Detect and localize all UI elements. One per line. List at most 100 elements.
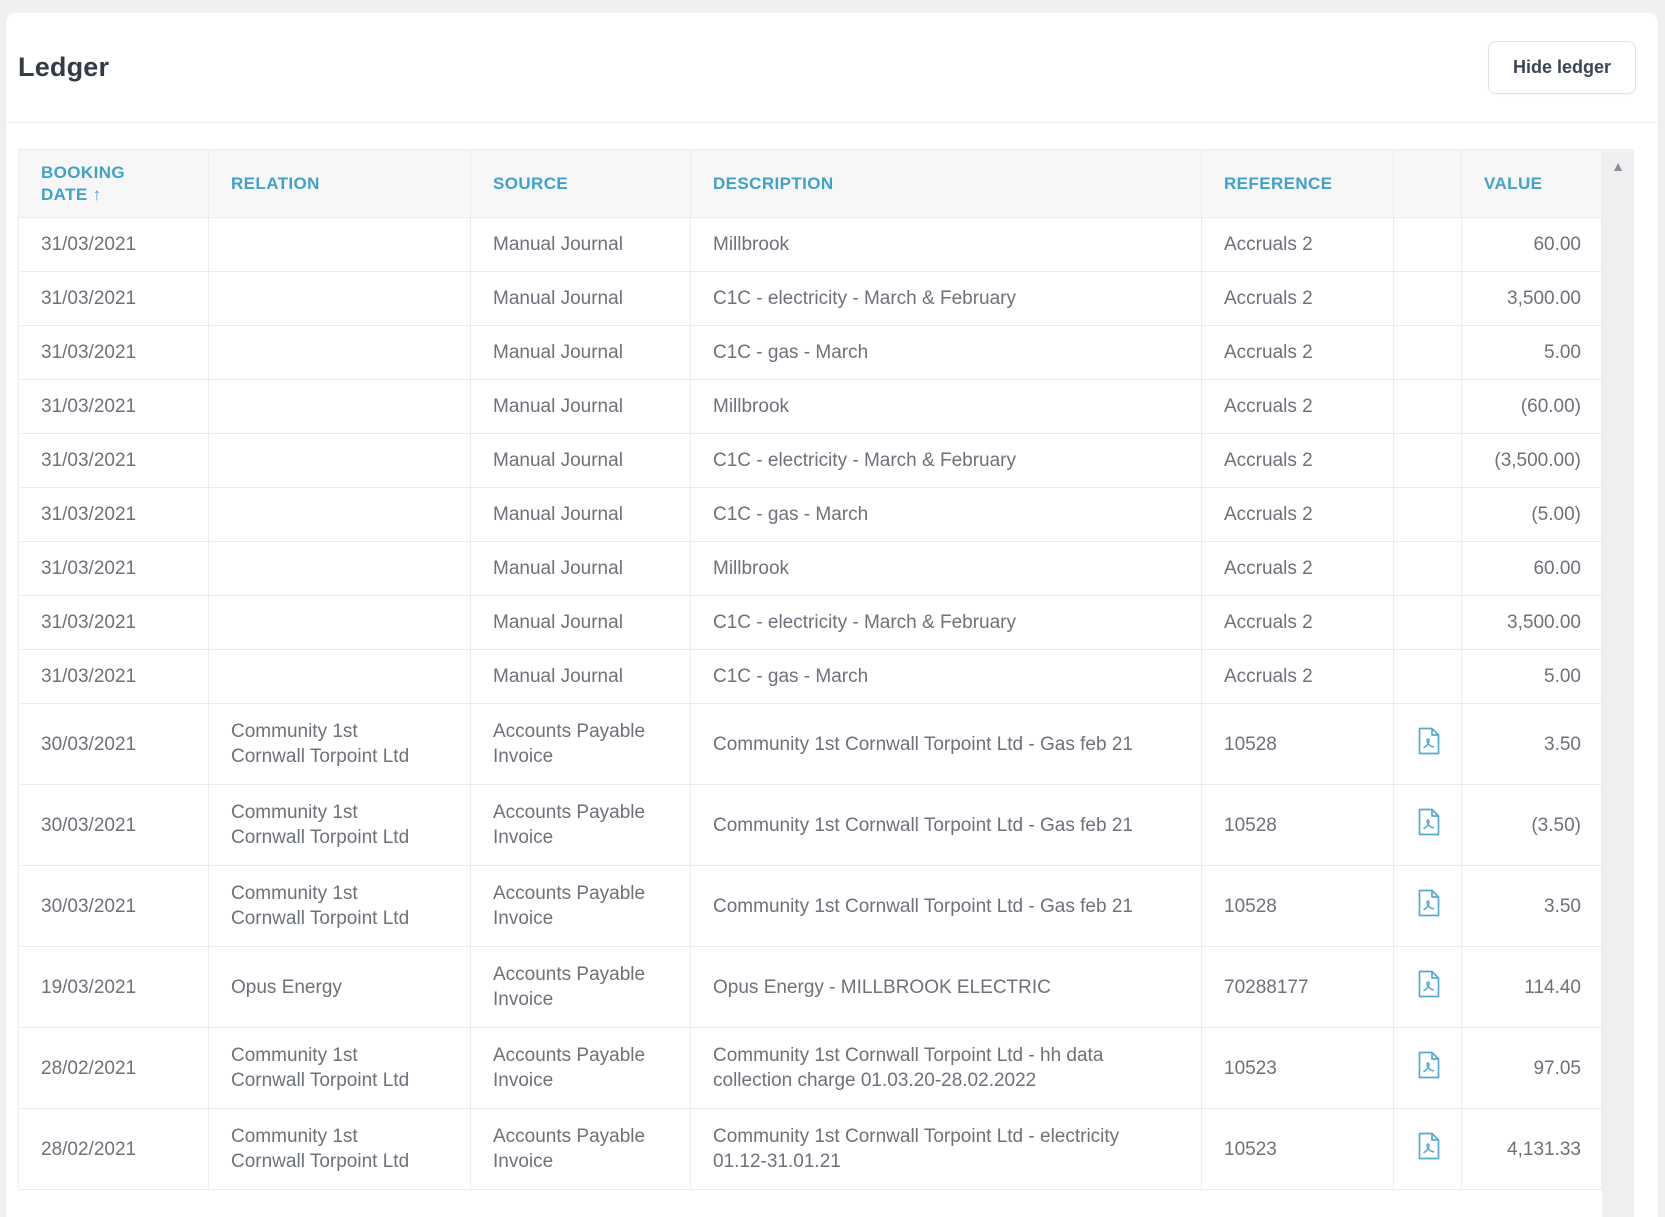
cell-text: 3,500.00 [1507, 288, 1581, 309]
cell-value: 5.00 [1461, 325, 1602, 380]
cell-reference: 10523 [1201, 1108, 1394, 1190]
cell-text: Accounts Payable Invoice [493, 721, 646, 767]
pdf-attachment-icon[interactable] [1416, 726, 1442, 756]
cell-text: 97.05 [1533, 1057, 1581, 1079]
cell-source: Accounts Payable Invoice [470, 946, 691, 1028]
cell-text: Accounts Payable Invoice [493, 964, 646, 1010]
cell-reference: 10528 [1201, 703, 1394, 785]
pdf-attachment-icon[interactable] [1416, 807, 1442, 837]
cell-source: Manual Journal [470, 379, 691, 434]
table-row[interactable]: 31/03/2021 Manual Journal Millbrook Accrual… [18, 217, 1602, 272]
pdf-attachment-icon[interactable] [1416, 888, 1442, 918]
table-row[interactable]: 19/03/2021 Opus Energy Accounts Payable In… [18, 946, 1602, 1028]
cell-text: 31/03/2021 [41, 234, 137, 255]
cell-source: Accounts Payable Invoice [470, 784, 691, 866]
cell-booking-date: 31/03/2021 [18, 433, 209, 488]
cell-text: Millbrook [713, 396, 790, 417]
cell-text: 31/03/2021 [41, 558, 137, 579]
cell-text: Community 1st Cornwall Torpoint Ltd [231, 1126, 410, 1172]
cell-text: C1C - electricity - March & February [713, 288, 1017, 309]
table-row[interactable]: 31/03/2021 Manual Journal C1C - electricit… [18, 595, 1602, 650]
cell-text: 10523 [1224, 1057, 1277, 1079]
table-row[interactable]: 31/03/2021 Manual Journal C1C - gas - Marc… [18, 325, 1602, 380]
cell-text: 70288177 [1224, 976, 1309, 998]
column-header-attachment[interactable] [1393, 149, 1462, 218]
cell-text: 60.00 [1533, 234, 1581, 255]
cell-description: C1C - electricity - March & February [690, 433, 1202, 488]
cell-text: (3.50) [1531, 814, 1581, 836]
pdf-attachment-icon[interactable] [1416, 969, 1442, 999]
table-row[interactable]: 31/03/2021 Manual Journal C1C - gas - Marc… [18, 487, 1602, 542]
table-row[interactable]: 31/03/2021 Manual Journal Millbrook Accrual… [18, 541, 1602, 596]
cell-text: Accruals 2 [1224, 450, 1313, 471]
cell-text: Accruals 2 [1224, 396, 1313, 417]
column-header-reference[interactable]: REFERENCE [1201, 149, 1394, 218]
scroll-up-arrow-icon[interactable]: ▲ [1602, 159, 1634, 173]
cell-source: Accounts Payable Invoice [470, 703, 691, 785]
column-header-value[interactable]: VALUE [1461, 149, 1602, 218]
cell-reference: 10528 [1201, 865, 1394, 947]
cell-text: Community 1st Cornwall Torpoint Ltd [231, 721, 410, 767]
pdf-attachment-icon[interactable] [1416, 1050, 1442, 1080]
table-row[interactable]: 30/03/2021 Community 1st Cornwall Torpoin… [18, 865, 1602, 947]
cell-text: Accruals 2 [1224, 666, 1313, 687]
column-header-relation[interactable]: RELATION [208, 149, 471, 218]
cell-text: Manual Journal [493, 450, 623, 471]
cell-text: Accounts Payable Invoice [493, 1045, 646, 1091]
table-row[interactable]: 28/02/2021 Community 1st Cornwall Torpoin… [18, 1027, 1602, 1109]
cell-text: 4,131.33 [1507, 1138, 1581, 1160]
cell-text: Accruals 2 [1224, 504, 1313, 525]
cell-booking-date: 31/03/2021 [18, 595, 209, 650]
table-row[interactable]: 31/03/2021 Manual Journal Millbrook Accrual… [18, 379, 1602, 434]
cell-source: Manual Journal [470, 541, 691, 596]
vertical-scrollbar[interactable]: ▲ [1602, 149, 1634, 1217]
cell-value: (60.00) [1461, 379, 1602, 434]
cell-description: Millbrook [690, 379, 1202, 434]
cell-text: C1C - electricity - March & February [713, 450, 1017, 471]
cell-relation: Community 1st Cornwall Torpoint Ltd [208, 1027, 471, 1109]
cell-reference: Accruals 2 [1201, 595, 1394, 650]
cell-relation [208, 271, 471, 326]
cell-text: 3,500.00 [1507, 612, 1581, 633]
cell-attachment [1393, 379, 1462, 434]
table-row[interactable]: 31/03/2021 Manual Journal C1C - electricit… [18, 271, 1602, 326]
cell-description: C1C - electricity - March & February [690, 595, 1202, 650]
cell-text: 31/03/2021 [41, 504, 137, 525]
cell-description: C1C - gas - March [690, 325, 1202, 380]
cell-text: (3,500.00) [1494, 450, 1581, 471]
table-row[interactable]: 31/03/2021 Manual Journal C1C - gas - Marc… [18, 649, 1602, 704]
cell-source: Manual Journal [470, 217, 691, 272]
table-row[interactable]: 30/03/2021 Community 1st Cornwall Torpoin… [18, 784, 1602, 866]
column-header-booking-date[interactable]: BOOKING DATE ↑ [18, 149, 209, 218]
cell-text: (60.00) [1520, 396, 1581, 417]
cell-text: Manual Journal [493, 234, 623, 255]
table-row[interactable]: 28/02/2021 Community 1st Cornwall Torpoin… [18, 1108, 1602, 1190]
cell-text: C1C - gas - March [713, 666, 869, 687]
cell-text: 3.50 [1544, 895, 1581, 917]
column-header-description[interactable]: DESCRIPTION [690, 149, 1202, 218]
hide-ledger-button[interactable]: Hide ledger [1487, 41, 1636, 94]
cell-attachment [1393, 946, 1462, 1028]
table-area: BOOKING DATE ↑ RELATION SOURCE DESCRIPTIO… [6, 123, 1658, 1217]
cell-relation [208, 649, 471, 704]
cell-description: Community 1st Cornwall Torpoint Ltd - Ga… [690, 703, 1202, 785]
pdf-attachment-icon[interactable] [1416, 1131, 1442, 1161]
ledger-panel: Ledger Hide ledger BOOKING DATE ↑ RELATIO… [6, 13, 1658, 1217]
ledger-table: BOOKING DATE ↑ RELATION SOURCE DESCRIPTIO… [18, 149, 1602, 1190]
cell-text: Manual Journal [493, 288, 623, 309]
cell-attachment [1393, 649, 1462, 704]
cell-booking-date: 31/03/2021 [18, 541, 209, 596]
cell-description: Millbrook [690, 217, 1202, 272]
cell-booking-date: 30/03/2021 [18, 784, 209, 866]
cell-attachment [1393, 487, 1462, 542]
column-header-source[interactable]: SOURCE [470, 149, 691, 218]
cell-value: 60.00 [1461, 217, 1602, 272]
cell-attachment [1393, 703, 1462, 785]
table-row[interactable]: 31/03/2021 Manual Journal C1C - electricit… [18, 433, 1602, 488]
cell-relation: Community 1st Cornwall Torpoint Ltd [208, 703, 471, 785]
cell-text: Opus Energy - MILLBROOK ELECTRIC [713, 976, 1051, 998]
cell-reference: Accruals 2 [1201, 379, 1394, 434]
cell-reference: Accruals 2 [1201, 649, 1394, 704]
cell-text: 19/03/2021 [41, 976, 137, 998]
table-row[interactable]: 30/03/2021 Community 1st Cornwall Torpoin… [18, 703, 1602, 785]
